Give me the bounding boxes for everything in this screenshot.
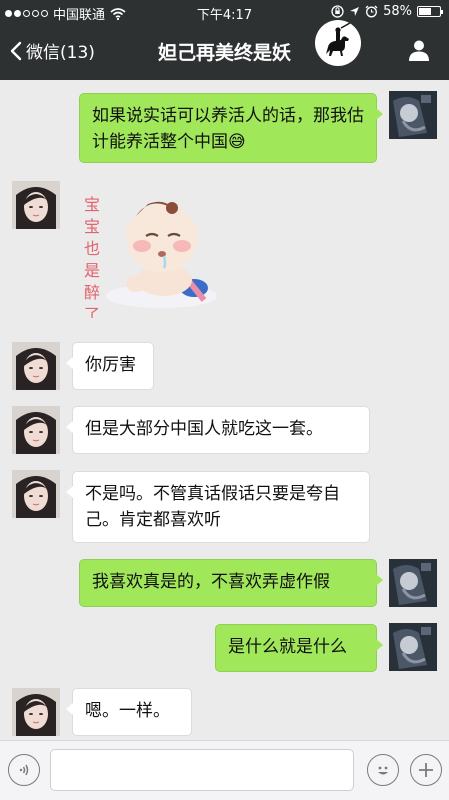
message-bubble[interactable]: 如果说实话可以养活人的话，那我估计能养活整个中国😅 — [79, 93, 383, 163]
location-icon — [350, 7, 360, 16]
input-bar — [0, 740, 449, 800]
voice-icon — [19, 764, 29, 776]
contact-avatar-small[interactable] — [12, 406, 60, 454]
plus-icon — [419, 763, 433, 777]
contact-avatar-small[interactable] — [12, 688, 60, 736]
contact-avatar[interactable] — [315, 20, 361, 66]
sticker-image[interactable]: 宝宝也是醉了 — [76, 188, 218, 324]
contact-avatar-small[interactable] — [12, 181, 60, 229]
chat-title: 妲己再美终是妖 — [157, 42, 291, 64]
emoji-button[interactable] — [367, 754, 399, 786]
message-bubble[interactable]: 但是大部分中国人就吃这一套。 — [66, 406, 370, 454]
chat-area[interactable]: 如果说实话可以养活人的话，那我估计能养活整个中国😅 宝宝也是醉了 你厉害 但是大… — [0, 80, 449, 740]
more-button[interactable] — [410, 754, 442, 786]
battery-icon — [417, 6, 443, 17]
message-bubble[interactable]: 不是吗。不管真话假话只要是夸自己。肯定都喜欢听 — [66, 471, 370, 543]
message-bubble[interactable]: 是什么就是什么 — [215, 624, 383, 672]
horse-rider-icon — [326, 22, 351, 56]
message-bubble[interactable]: 嗯。一样。 — [66, 688, 192, 736]
message-input[interactable] — [50, 749, 354, 791]
contact-avatar-small[interactable] — [12, 342, 60, 390]
nav-bar: 微信(13) 妲己再美终是妖 — [0, 24, 449, 80]
contact-avatar-small[interactable] — [12, 470, 60, 518]
message-bubble[interactable]: 你厉害 — [66, 342, 154, 390]
my-avatar[interactable] — [389, 91, 437, 139]
sticker-char: 宝宝也是醉了 — [84, 195, 100, 318]
my-avatar[interactable] — [389, 623, 437, 671]
emoji-icon — [378, 766, 388, 775]
message-bubble[interactable]: 我喜欢真是的，不喜欢弄虚作假 — [79, 559, 383, 607]
voice-button[interactable] — [8, 754, 40, 786]
rotation-lock-icon — [331, 5, 344, 18]
battery-percent: 58% — [383, 4, 412, 19]
alarm-icon — [365, 5, 378, 18]
my-avatar[interactable] — [389, 559, 437, 607]
person-icon[interactable] — [407, 38, 431, 62]
status-bar: 中国联通 下午4:17 58% — [0, 0, 449, 24]
